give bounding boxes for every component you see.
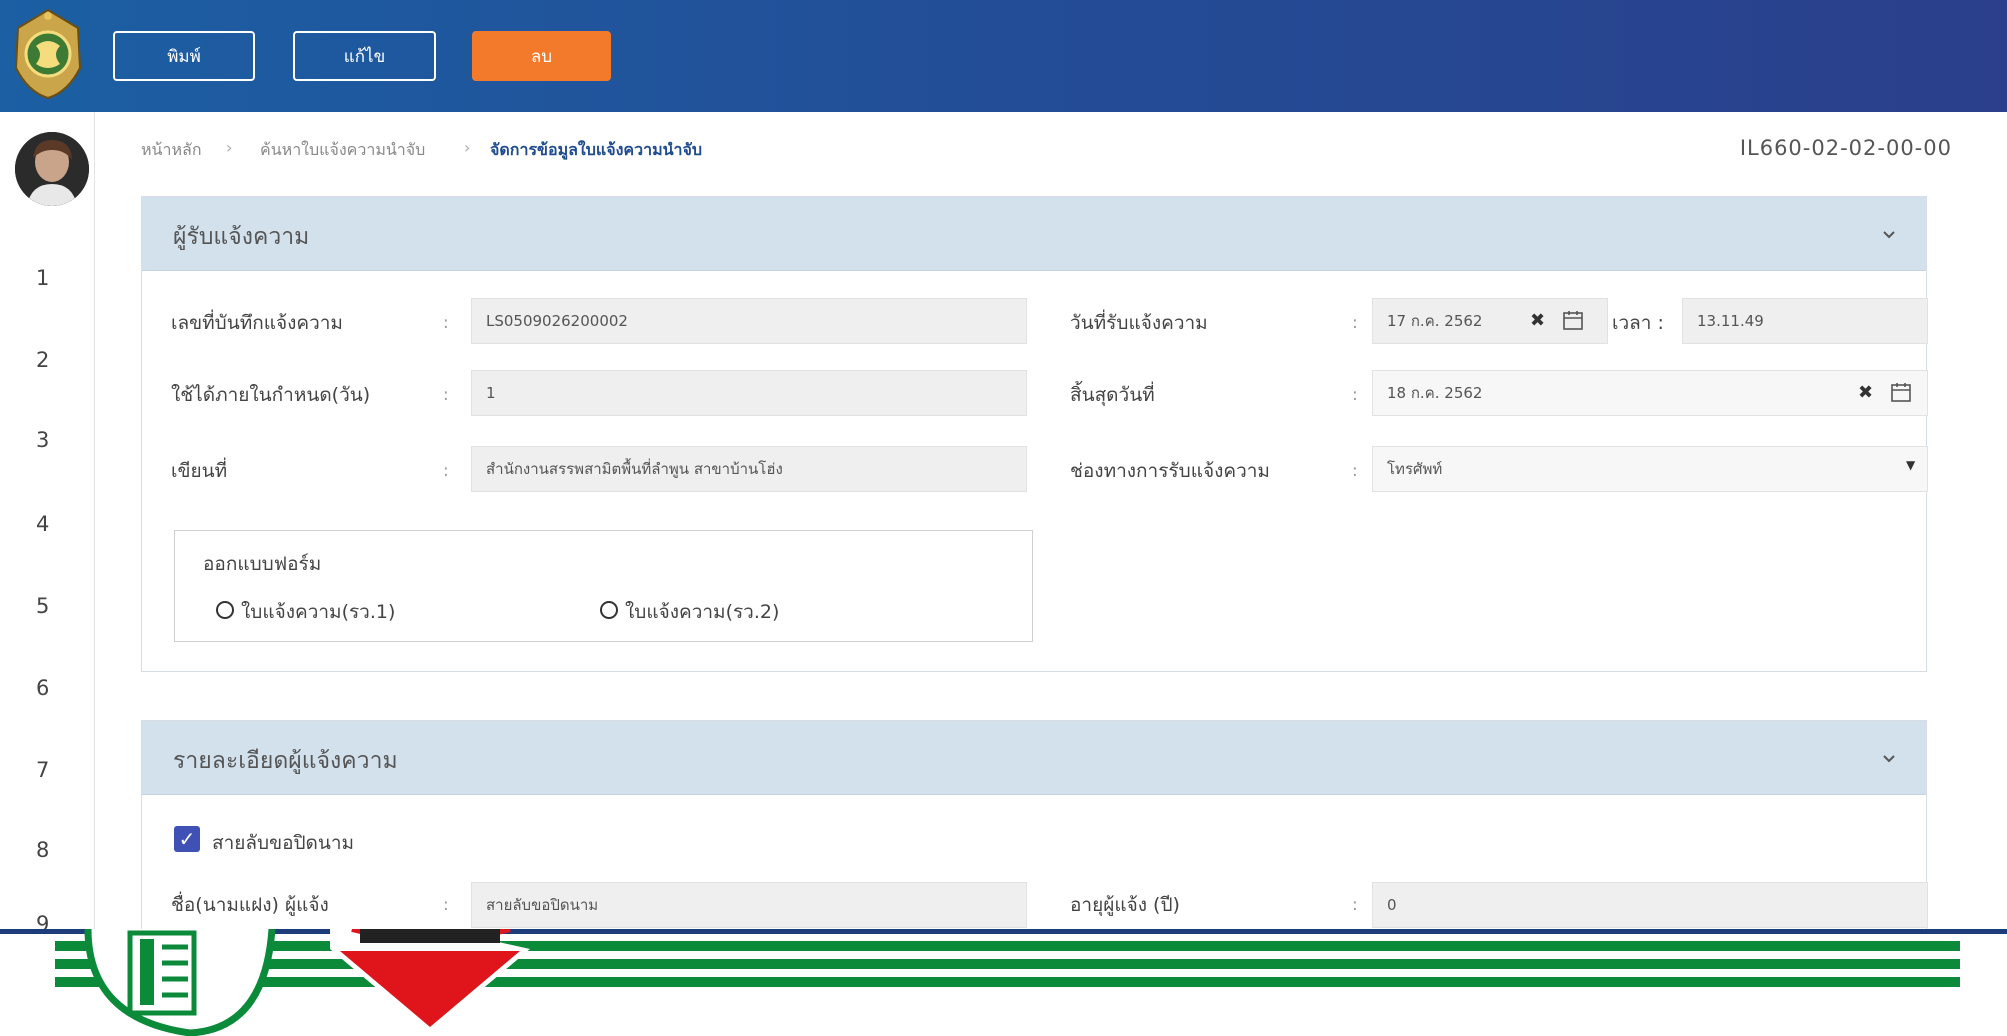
time-field[interactable]: 13.11.49 (1682, 298, 1928, 344)
informer-panel-header[interactable]: รายละเอียดผู้แจ้งความ (142, 721, 1926, 795)
colon: : (1352, 385, 1358, 405)
end-date-label: สิ้นสุดวันที่ (1070, 384, 1155, 406)
anonymous-label[interactable]: สายลับขอปิดนาม (212, 828, 354, 858)
chevron-down-icon[interactable] (1878, 747, 1900, 769)
breadcrumb-separator-icon: › (226, 138, 233, 157)
page-code: IL660-02-02-00-00 (1739, 136, 1952, 160)
sidebar-item-5[interactable]: 5 (36, 594, 66, 618)
end-date-field[interactable]: 18 ก.ค. 2562 (1372, 370, 1928, 416)
informer-age-label: อายุผู้แจ้ง (ปี) (1070, 894, 1180, 916)
edit-button[interactable]: แก้ไข (293, 31, 436, 81)
user-avatar[interactable] (15, 132, 89, 206)
dropdown-caret-icon[interactable]: ▼ (1906, 458, 1915, 472)
colon: : (443, 461, 449, 481)
radio-rv2-label[interactable]: ใบแจ้งความ(รว.2) (625, 597, 779, 627)
written-at-field[interactable]: สำนักงานสรรพสามิตพื้นที่ลำพูน สาขาบ้านโฮ… (471, 446, 1027, 492)
excise-department-logo (14, 8, 82, 100)
anonymous-checkbox[interactable]: ✓ (174, 826, 200, 852)
form-type-title: ออกแบบฟอร์ม (203, 553, 322, 575)
channel-select[interactable]: โทรศัพท์ (1372, 446, 1928, 492)
breadcrumb-separator-icon: › (464, 138, 471, 157)
valid-days-label: ใช้ได้ภายในกำหนด(วัน) (171, 384, 371, 406)
time-label: เวลา : (1612, 312, 1664, 334)
print-button[interactable]: พิมพ์ (113, 31, 255, 81)
avatar-photo-icon (15, 132, 89, 206)
sidebar-item-2[interactable]: 2 (36, 348, 66, 372)
informer-name-field[interactable]: สายลับขอปิดนาม (471, 882, 1027, 928)
received-date-label: วันที่รับแจ้งความ (1070, 312, 1208, 334)
informer-name-label: ชื่อ(นามแฝง) ผู้แจ้ง (171, 894, 329, 916)
radio-rv2[interactable] (600, 601, 618, 619)
colon: : (443, 385, 449, 405)
bottom-logo-strip (0, 929, 2007, 1036)
record-no-label: เลขที่บันทึกแจ้งความ (171, 312, 343, 334)
clear-date-icon[interactable]: ✖ (1530, 310, 1545, 331)
colon: : (443, 895, 449, 915)
written-at-label: เขียนที่ (171, 460, 228, 482)
calendar-icon[interactable] (1562, 309, 1584, 331)
breadcrumb-current: จัดการข้อมูลใบแจ้งความนำจับ (490, 140, 703, 159)
calendar-icon[interactable] (1890, 381, 1912, 403)
valid-days-field[interactable]: 1 (471, 370, 1027, 416)
delete-button[interactable]: ลบ (472, 31, 611, 81)
record-no-field[interactable]: LS0509026200002 (471, 298, 1027, 344)
breadcrumb-search-notice[interactable]: ค้นหาใบแจ้งความนำจับ (260, 138, 425, 163)
sidebar-item-4[interactable]: 4 (36, 512, 66, 536)
clear-date-icon[interactable]: ✖ (1858, 382, 1873, 403)
chevron-down-icon[interactable] (1878, 223, 1900, 245)
sidebar-item-7[interactable]: 7 (36, 758, 66, 782)
informer-age-field[interactable]: 0 (1372, 882, 1928, 928)
sidebar-item-3[interactable]: 3 (36, 428, 66, 452)
sidebar-item-1[interactable]: 1 (36, 266, 66, 290)
top-toolbar: พิมพ์ แก้ไข ลบ (0, 0, 2007, 112)
radio-rv1-label[interactable]: ใบแจ้งความ(รว.1) (241, 597, 395, 627)
company-logo-strip (0, 929, 2007, 1036)
colon: : (1352, 461, 1358, 481)
sidebar-item-6[interactable]: 6 (36, 676, 66, 700)
receiver-panel-header[interactable]: ผู้รับแจ้งความ (142, 197, 1926, 271)
channel-label: ช่องทางการรับแจ้งความ (1070, 460, 1270, 482)
colon: : (1352, 313, 1358, 333)
breadcrumb-home[interactable]: หน้าหลัก (141, 138, 202, 163)
colon: : (443, 313, 449, 333)
radio-rv1[interactable] (216, 601, 234, 619)
sidebar-item-8[interactable]: 8 (36, 838, 66, 862)
panel-title: ผู้รับแจ้งความ (173, 224, 310, 250)
colon: : (1352, 895, 1358, 915)
form-type-group: ออกแบบฟอร์ม ใบแจ้งความ(รว.1) ใบแจ้งความ(… (174, 530, 1033, 642)
panel-title: รายละเอียดผู้แจ้งความ (173, 748, 398, 774)
